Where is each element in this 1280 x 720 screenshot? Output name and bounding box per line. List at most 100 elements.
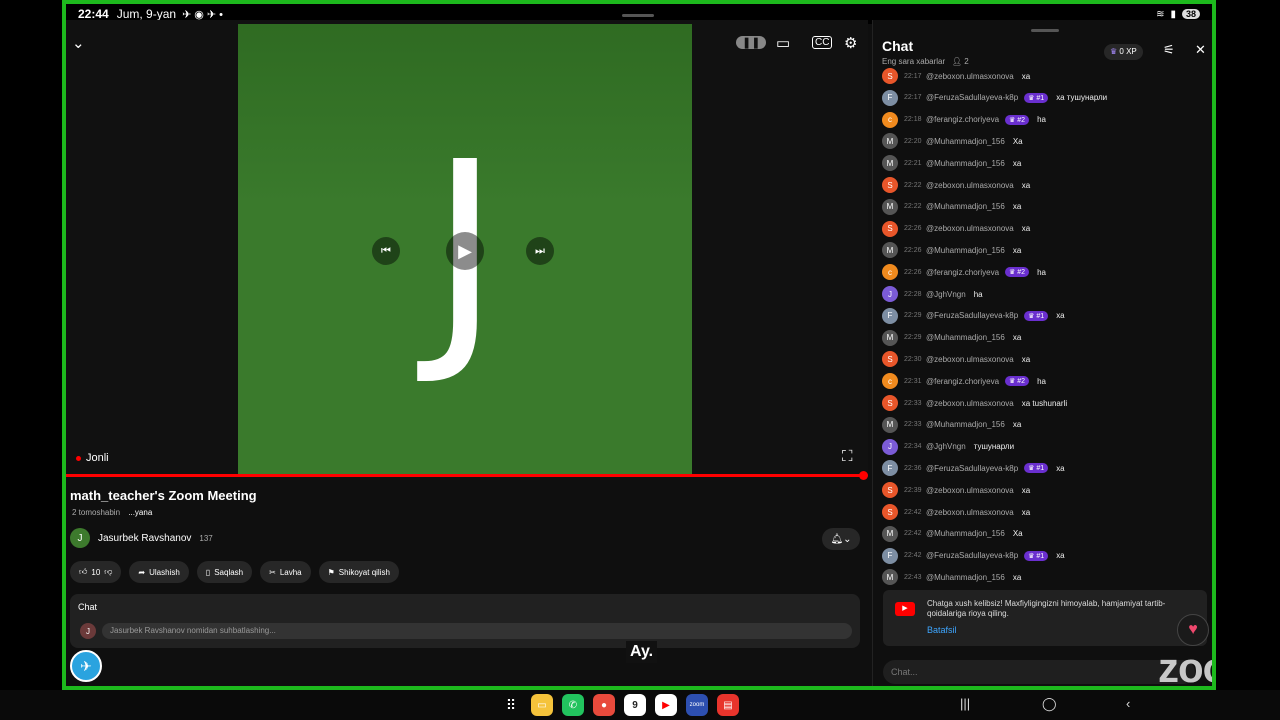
message-avatar[interactable]: c [882,111,898,128]
message-avatar[interactable]: S [882,220,898,237]
sliders-icon[interactable]: ⚟ [1163,42,1175,58]
message-avatar[interactable]: c [882,264,898,281]
chat-message[interactable]: F 22:36 @FeruzaSadullayeva-k8p ♛ #1 ха [882,459,1065,477]
calendar-app-icon[interactable]: 9 [624,694,646,716]
learn-more-link[interactable]: Batafsil [927,625,957,635]
contacts-app-icon[interactable]: ● [593,694,615,716]
message-author[interactable]: @JghVngn [926,442,966,451]
message-author[interactable]: @zeboxon.ulmasxonova [926,224,1014,233]
report-button[interactable]: ⚑ Shikoyat qilish [318,561,399,583]
more-link[interactable]: ...yana [128,508,152,517]
thumbs-down-icon[interactable]: 👎︎ [104,567,112,577]
chat-message[interactable]: S 22:42 @zeboxon.ulmasxonova xa [882,503,1030,521]
message-avatar[interactable]: J [882,286,898,302]
message-author[interactable]: @FeruzaSadullayeva-k8p [926,311,1018,320]
inline-chat-input[interactable]: Jasurbek Ravshanov nomidan suhbatlashing… [102,623,852,639]
chat-message[interactable]: M 22:33 @Muhammadjon_156 xa [882,416,1021,434]
chat-input[interactable]: Chat... [883,660,1195,684]
message-avatar[interactable]: M [882,416,898,433]
message-avatar[interactable]: M [882,155,898,172]
gear-icon[interactable]: ⚙ [844,34,857,52]
chat-message[interactable]: c 22:26 @ferangiz.choriyeva ♛ #2 ha [882,263,1046,281]
message-avatar[interactable]: S [882,395,898,411]
chat-message[interactable]: S 22:26 @zeboxon.ulmasxonova xa [882,220,1030,238]
chat-message[interactable]: S 22:22 @zeboxon.ulmasxonova xa [882,176,1030,194]
message-avatar[interactable]: J [882,438,898,455]
notes-app-icon[interactable]: ▭ [531,694,553,716]
message-author[interactable]: @FeruzaSadullayeva-k8p [926,551,1018,560]
chat-message[interactable]: M 22:29 @Muhammadjon_156 xa [882,329,1021,347]
docs-app-icon[interactable]: ▤ [717,694,739,716]
telegram-icon[interactable]: ✈ [70,650,102,682]
message-avatar[interactable]: S [882,504,898,520]
message-author[interactable]: @JghVngn [926,290,966,299]
like-dislike-button[interactable]: 👍︎ 10 👎︎ [70,561,122,583]
phone-app-icon[interactable]: ✆ [562,694,584,716]
drag-handle[interactable] [622,14,654,17]
youtube-app-icon[interactable]: ▶ [655,694,677,716]
cast-icon[interactable]: ▭ [776,34,790,52]
close-icon[interactable]: ✕ [1195,42,1206,58]
message-avatar[interactable]: S [882,482,898,499]
message-author[interactable]: @ferangiz.choriyeva [926,115,999,124]
clip-button[interactable]: ✂ Lavha [260,561,311,583]
chat-message[interactable]: c 22:18 @ferangiz.choriyeva ♛ #2 ha [882,111,1046,129]
message-author[interactable]: @zeboxon.ulmasxonova [926,486,1014,495]
captions-icon[interactable]: CC [812,36,833,49]
message-author[interactable]: @FeruzaSadullayeva-k8p [926,464,1018,473]
chat-message[interactable]: M 22:20 @Muhammadjon_156 Xa [882,132,1023,150]
message-avatar[interactable]: F [882,89,898,106]
message-author[interactable]: @ferangiz.choriyeva [926,377,999,386]
app-drawer-icon[interactable]: ⠿ [500,694,522,716]
zoom-app-icon[interactable]: zoom [686,694,708,716]
message-author[interactable]: @ferangiz.choriyeva [926,268,999,277]
play-icon[interactable]: ▶ [446,232,484,270]
chat-message[interactable]: F 22:42 @FeruzaSadullayeva-k8p ♛ #1 ха [882,547,1065,565]
message-avatar[interactable]: F [882,307,898,324]
message-author[interactable]: @Muhammadjon_156 [926,529,1005,538]
message-author[interactable]: @Muhammadjon_156 [926,573,1005,582]
chat-message[interactable]: M 22:21 @Muhammadjon_156 xa [882,154,1021,172]
chat-message[interactable]: S 22:33 @zeboxon.ulmasxonova xa tushunarli [882,394,1067,412]
message-author[interactable]: @zeboxon.ulmasxonova [926,72,1014,81]
message-avatar[interactable]: S [882,351,898,368]
video-player[interactable]: J ⌄ ❚❚ ▭ CC ⚙ ⏮ ▶ ⏭ Jonli ⛶ [66,14,868,476]
chevron-down-icon[interactable]: ⌄ [72,34,85,52]
chat-message[interactable]: M 22:22 @Muhammadjon_156 xa [882,198,1021,216]
message-avatar[interactable]: F [882,547,898,564]
thumbs-up-icon[interactable]: 👍︎ [79,567,87,577]
message-author[interactable]: @Muhammadjon_156 [926,137,1005,146]
message-avatar[interactable]: M [882,198,898,215]
chat-panel-subtitle[interactable]: Eng sara xabarlar 👤︎ 2 [882,57,969,66]
message-author[interactable]: @zeboxon.ulmasxonova [926,399,1014,408]
next-icon[interactable]: ⏭ [526,237,554,265]
channel-row[interactable]: J Jasurbek Ravshanov 137 [70,528,213,548]
chat-message[interactable]: J 22:28 @JghVngn ha [882,285,983,303]
chat-message[interactable]: M 22:42 @Muhammadjon_156 Xa [882,525,1023,543]
chat-message[interactable]: S 22:17 @zeboxon.ulmasxonova xa [882,67,1030,85]
message-avatar[interactable]: M [882,242,898,259]
message-author[interactable]: @zeboxon.ulmasxonova [926,355,1014,364]
recents-button[interactable]: ||| [960,696,970,711]
progress-knob[interactable] [859,471,868,480]
channel-name[interactable]: Jasurbek Ravshanov [98,533,191,544]
message-avatar[interactable]: M [882,525,898,542]
chat-message[interactable]: M 22:26 @Muhammadjon_156 xa [882,241,1021,259]
chat-message[interactable]: F 22:17 @FeruzaSadullayeva-k8p ♛ #1 ха тушун… [882,89,1107,107]
message-author[interactable]: @Muhammadjon_156 [926,246,1005,255]
channel-avatar[interactable]: J [70,528,90,548]
message-author[interactable]: @zeboxon.ulmasxonova [926,508,1014,517]
message-avatar[interactable]: S [882,177,898,193]
back-button[interactable]: ‹ [1126,696,1130,711]
heart-icon[interactable]: ♥ [1177,614,1209,646]
message-author[interactable]: @Muhammadjon_156 [926,159,1005,168]
message-avatar[interactable]: S [882,68,898,84]
notification-bell-button[interactable]: 🔔︎⌄ [822,528,860,550]
autoplay-toggle[interactable]: ❚❚ [736,36,767,49]
message-avatar[interactable]: M [882,329,898,346]
panel-drag-handle[interactable] [1031,29,1059,32]
message-author[interactable]: @FeruzaSadullayeva-k8p [926,93,1018,102]
message-author[interactable]: @Muhammadjon_156 [926,202,1005,211]
chat-message-list[interactable]: S 22:17 @zeboxon.ulmasxonova xa F 22:17 @Feruz… [873,67,1212,587]
message-author[interactable]: @Muhammadjon_156 [926,420,1005,429]
